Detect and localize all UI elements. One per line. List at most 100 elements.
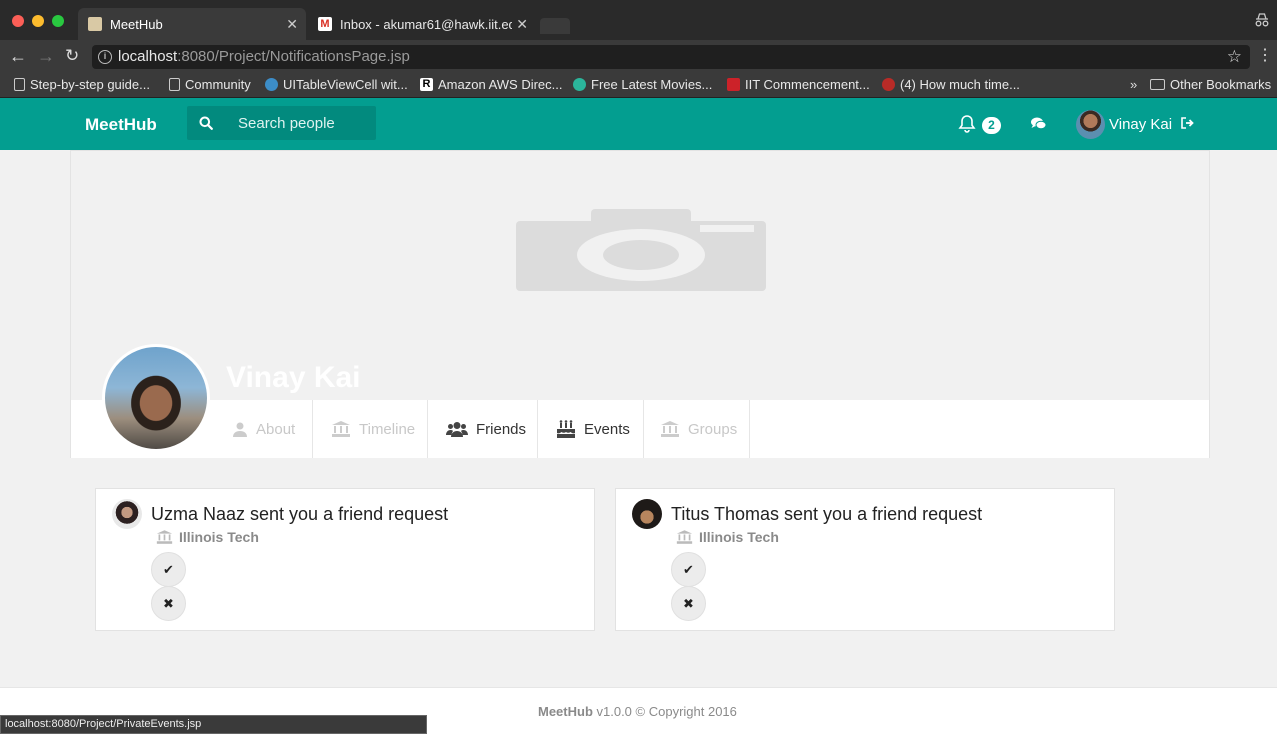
tab-title: Inbox - akumar61@hawk.iit.ed — [340, 16, 512, 32]
friend-request-card: Uzma Naaz sent you a friend request Illi… — [95, 488, 595, 631]
play-icon — [573, 78, 586, 91]
chat-icon[interactable] — [1030, 116, 1047, 136]
page-icon — [169, 78, 180, 91]
profile-avatar[interactable] — [102, 344, 210, 452]
bookmarks-bar: Step-by-step guide... Community UITableV… — [0, 74, 1277, 98]
profile-cover: Vinay Kai About Timeline Friends Events … — [70, 150, 1210, 458]
tab-label: Events — [584, 420, 630, 438]
notification-count-badge[interactable]: 2 — [982, 117, 1001, 134]
bookmark-label: Free Latest Movies... — [591, 77, 713, 92]
folder-icon — [1150, 79, 1165, 90]
info-icon[interactable]: i — [98, 50, 112, 64]
url-host: localhost — [118, 48, 178, 65]
app-header: MeetHub 2 Vinay Kai — [0, 98, 1277, 150]
footer-copyright: v1.0.0 © Copyright 2016 — [592, 704, 737, 719]
users-icon — [446, 421, 468, 437]
org-label: Illinois Tech — [699, 529, 779, 545]
brand-logo[interactable]: MeetHub — [85, 115, 157, 135]
bell-icon[interactable] — [958, 114, 976, 138]
bookmark-label: Community — [185, 77, 251, 92]
browser-address-bar: ← → ↻ i localhost:8080/Project/Notificat… — [0, 40, 1277, 74]
logout-icon[interactable] — [1180, 116, 1195, 135]
maximize-window-button[interactable] — [52, 15, 64, 27]
bookmark-item[interactable]: IIT Commencement... — [727, 77, 870, 92]
friend-request-card: Titus Thomas sent you a friend request I… — [615, 488, 1115, 631]
institution-icon — [676, 530, 693, 544]
bookmark-item[interactable]: Community — [169, 77, 251, 92]
requester-avatar[interactable] — [632, 499, 662, 529]
bookmark-label: Amazon AWS Direc... — [438, 77, 563, 92]
browser-tab-inbox[interactable]: M Inbox - akumar61@hawk.iit.ed ✕ — [308, 8, 536, 40]
accept-request-button[interactable]: ✔ — [151, 552, 186, 587]
close-icon: ✖ — [683, 595, 694, 611]
requester-avatar[interactable] — [112, 499, 142, 529]
institution-icon — [660, 421, 680, 437]
profile-name: Vinay Kai — [226, 361, 361, 394]
bookmark-item[interactable]: Free Latest Movies... — [573, 77, 712, 92]
cover-placeholder-camera-icon — [516, 209, 766, 291]
requester-org: Illinois Tech — [156, 529, 259, 545]
browser-tab-bar: MeetHub ✕ M Inbox - akumar61@hawk.iit.ed… — [0, 0, 1277, 40]
close-tab-icon[interactable]: ✕ — [286, 16, 298, 33]
check-icon: ✔ — [163, 561, 174, 577]
notification-text: Titus Thomas sent you a friend request — [671, 504, 983, 524]
notification-text: Uzma Naaz sent you a friend request — [151, 504, 449, 524]
profile-nav: About Timeline Friends Events Groups — [71, 400, 1209, 458]
search-icon[interactable] — [187, 106, 225, 140]
tab-about[interactable]: About — [214, 400, 313, 458]
copyright-text: MeetHub v1.0.0 © Copyright 2016 — [538, 704, 737, 719]
header-username[interactable]: Vinay Kai — [1109, 116, 1172, 133]
footer-brand: MeetHub — [538, 704, 593, 719]
tab-friends[interactable]: Friends — [428, 400, 538, 458]
user-avatar[interactable] — [1076, 110, 1105, 139]
institution-icon — [156, 530, 173, 544]
url-path: :8080/Project/NotificationsPage.jsp — [177, 48, 410, 65]
browser-status-bar: localhost:8080/Project/PrivateEvents.jsp — [0, 715, 427, 734]
menu-kebab-icon[interactable]: ⋮ — [1257, 46, 1273, 66]
search-box — [187, 106, 376, 140]
close-window-button[interactable] — [12, 15, 24, 27]
meethub-favicon-icon — [88, 17, 102, 31]
decline-request-button[interactable]: ✖ — [151, 586, 186, 621]
back-arrow-icon[interactable]: ← — [9, 46, 27, 66]
bookmark-item[interactable]: R Amazon AWS Direc... — [420, 77, 563, 92]
tab-events[interactable]: Events — [538, 400, 644, 458]
user-icon — [232, 421, 248, 437]
tab-label: Timeline — [359, 420, 416, 438]
bookmark-item[interactable]: (4) How much time... — [882, 77, 1020, 92]
search-input[interactable] — [225, 106, 375, 140]
quora-icon — [882, 78, 895, 91]
url-field[interactable]: i localhost:8080/Project/NotificationsPa… — [92, 45, 1250, 69]
minimize-window-button[interactable] — [32, 15, 44, 27]
gmail-favicon-icon: M — [318, 17, 332, 31]
bookmark-item[interactable]: UITableViewCell wit... — [265, 77, 408, 92]
other-bookmarks[interactable]: Other Bookmarks — [1150, 77, 1271, 92]
tab-label: Groups — [688, 420, 738, 438]
decline-request-button[interactable]: ✖ — [671, 586, 706, 621]
reload-icon[interactable]: ↻ — [65, 46, 79, 66]
forward-arrow-icon[interactable]: → — [37, 46, 55, 66]
iit-logo-icon — [727, 78, 740, 91]
close-tab-icon[interactable]: ✕ — [516, 16, 528, 33]
check-icon: ✔ — [683, 561, 694, 577]
requester-org: Illinois Tech — [676, 529, 779, 545]
accept-request-button[interactable]: ✔ — [671, 552, 706, 587]
bookmark-item[interactable]: Step-by-step guide... — [14, 77, 150, 92]
bookmark-label: Step-by-step guide... — [30, 77, 150, 92]
tab-timeline[interactable]: Timeline — [313, 400, 428, 458]
org-label: Illinois Tech — [179, 529, 259, 545]
incognito-icon — [1254, 12, 1270, 31]
browser-tab-meethub[interactable]: MeetHub ✕ — [78, 8, 306, 40]
bookmark-label: UITableViewCell wit... — [283, 77, 408, 92]
bookmarks-overflow-chevron-icon[interactable]: » — [1130, 77, 1137, 92]
bookmark-star-icon[interactable]: ☆ — [1227, 45, 1242, 69]
tab-label: Friends — [476, 420, 527, 438]
institution-icon — [331, 421, 351, 437]
tab-title: MeetHub — [110, 16, 163, 32]
tab-groups[interactable]: Groups — [644, 400, 750, 458]
new-tab-button[interactable] — [540, 18, 570, 34]
close-icon: ✖ — [163, 595, 174, 611]
tab-label: About — [256, 420, 296, 438]
page-icon — [14, 78, 25, 91]
bookmark-label: Other Bookmarks — [1170, 77, 1272, 92]
